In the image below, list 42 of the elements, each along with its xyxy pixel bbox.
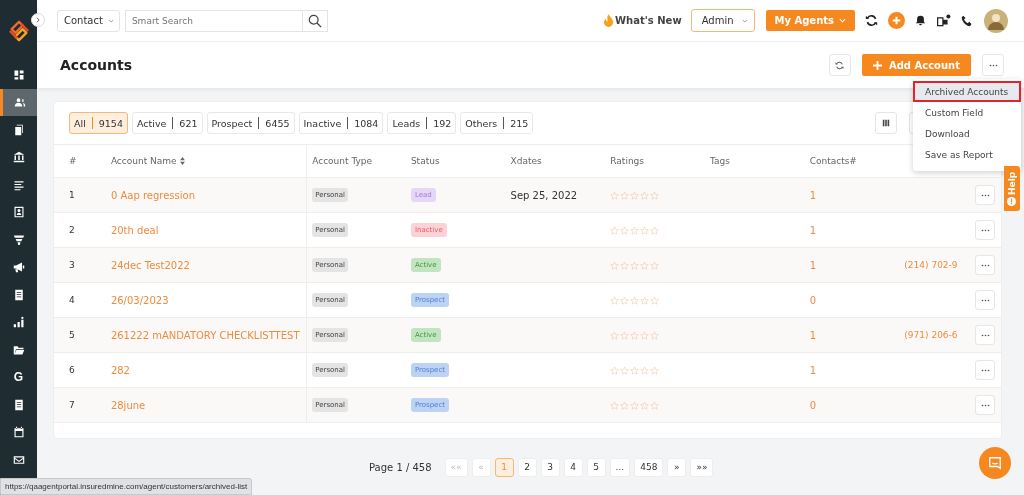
last-page-button[interactable]: »» bbox=[690, 457, 714, 477]
role-select[interactable]: Admin bbox=[690, 9, 755, 32]
whats-new-link[interactable]: What's New bbox=[603, 14, 682, 27]
filter-tab[interactable]: Prospect 6455 bbox=[206, 112, 295, 134]
column-header: Ratings bbox=[609, 155, 645, 168]
column-header: # bbox=[68, 155, 78, 168]
page-button[interactable]: 2 bbox=[517, 457, 537, 477]
page-button[interactable]: 5 bbox=[586, 457, 606, 477]
menu-item[interactable]: Download bbox=[913, 123, 1021, 144]
row-number: 1 bbox=[69, 190, 75, 200]
column-header: Contacts# bbox=[808, 155, 858, 168]
xdate-text: Sep 25, 2022 bbox=[510, 189, 578, 201]
page-button[interactable]: 4 bbox=[563, 457, 583, 477]
row-number: 4 bbox=[69, 295, 75, 305]
filter-tab[interactable]: Leads 192 bbox=[387, 112, 457, 134]
page-button[interactable]: 458 bbox=[634, 457, 664, 477]
module-select[interactable]: Contact bbox=[57, 9, 120, 32]
row-number: 5 bbox=[69, 330, 75, 340]
page-title: Accounts bbox=[60, 57, 132, 73]
status-url: https://qaagentportal.insuredmine.com/agent/customers/archived-list bbox=[0, 478, 253, 495]
menu-item[interactable]: Custom Field bbox=[913, 102, 1021, 123]
page-summary: Page 1 / 458 bbox=[369, 461, 432, 473]
next-page-button[interactable]: » bbox=[667, 457, 687, 477]
filter-tab[interactable]: Inactive 1084 bbox=[298, 112, 384, 134]
filter-tab[interactable]: Active 621 bbox=[131, 112, 203, 134]
row-number: 7 bbox=[69, 400, 75, 410]
search-field[interactable]: Smart Search bbox=[124, 9, 303, 32]
filter-tab[interactable]: Others 215 bbox=[460, 112, 534, 134]
page-button[interactable]: ... bbox=[609, 457, 631, 477]
column-header: Xdates bbox=[509, 155, 543, 168]
page-button[interactable]: 3 bbox=[540, 457, 560, 477]
menu-item[interactable]: Archived Accounts bbox=[913, 81, 1021, 102]
row-number: 6 bbox=[69, 365, 75, 375]
column-header: Tags bbox=[708, 155, 731, 168]
row-number: 2 bbox=[69, 225, 75, 235]
column-header: Account Type bbox=[306, 145, 406, 177]
column-header: Status bbox=[409, 155, 441, 168]
sidebar-item[interactable]: G bbox=[0, 363, 37, 391]
row-number: 3 bbox=[69, 260, 75, 270]
filter-tab[interactable]: All 9154 bbox=[69, 112, 128, 134]
column-header[interactable]: Account Name bbox=[106, 145, 307, 177]
menu-item[interactable]: Save as Report bbox=[913, 144, 1021, 165]
